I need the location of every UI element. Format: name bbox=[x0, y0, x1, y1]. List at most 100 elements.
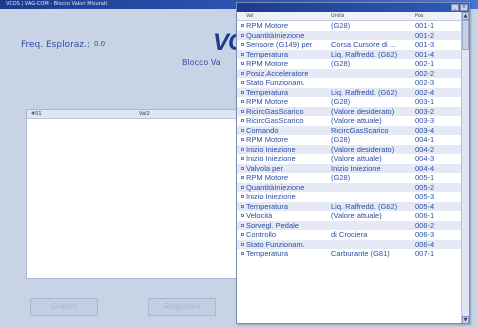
vertical-scrollbar[interactable]: ▲ ▼ bbox=[461, 12, 469, 323]
checkbox-icon[interactable] bbox=[241, 62, 244, 65]
checkbox-icon[interactable] bbox=[241, 223, 244, 227]
list-item[interactable]: Sorvegl. Pedale 006-2 bbox=[237, 220, 463, 230]
list-item[interactable]: Inizio Iniezione (Valore attuale) 004-3 bbox=[237, 154, 463, 164]
list-item-name: Stato Funzionam. bbox=[246, 239, 305, 249]
list-item-name: Inizio Iniezione bbox=[246, 154, 296, 163]
scroll-down-icon[interactable]: ▼ bbox=[462, 316, 469, 323]
list-item[interactable]: Inizio Iniezione 005-3 bbox=[237, 192, 463, 202]
checkbox-icon[interactable] bbox=[241, 233, 244, 236]
list-item-pos: 005-4 bbox=[415, 201, 435, 211]
list-item-value: (G28) bbox=[331, 173, 351, 182]
list-item[interactable]: RPM Motore (G28) 005-1 bbox=[237, 173, 463, 183]
list-item-value: (Valore desiderato) bbox=[331, 144, 395, 154]
col-header-value[interactable]: Unità bbox=[331, 12, 344, 21]
checkbox-icon[interactable] bbox=[241, 43, 244, 46]
list-item-value: (Valore desiderato) bbox=[331, 106, 395, 116]
list-item-pos: 004-3 bbox=[415, 154, 435, 163]
list-item[interactable]: Temperatura Carburante (G81) 007-1 bbox=[237, 249, 463, 259]
checkbox-icon[interactable] bbox=[241, 185, 244, 189]
checkbox-icon[interactable] bbox=[241, 100, 244, 103]
list-item-name: Sensore (G149) per bbox=[246, 40, 313, 49]
checkbox-icon[interactable] bbox=[241, 157, 244, 160]
list-item-name: RPM Motore bbox=[246, 173, 289, 182]
checkbox-icon[interactable] bbox=[241, 81, 244, 84]
list-item-name: Stato Funzionam. bbox=[246, 78, 305, 87]
checkbox-icon[interactable] bbox=[241, 147, 244, 151]
list-item-name: Inizio Iniezione bbox=[246, 144, 296, 154]
list-item-name: Inizio Iniezione bbox=[246, 192, 296, 201]
list-item[interactable]: Posiz.Acceleratore 002-2 bbox=[237, 68, 463, 78]
checkbox-icon[interactable] bbox=[241, 52, 244, 56]
list-item[interactable]: Velocità (Valore attuale) 006-1 bbox=[237, 211, 463, 221]
list-item[interactable]: Inizio Iniezione (Valore desiderato) 004-2 bbox=[237, 144, 463, 154]
table-header-col1[interactable]: #01 bbox=[31, 110, 42, 119]
list-item[interactable]: Controllo di Crociera 006-3 bbox=[237, 230, 463, 240]
checkbox-icon[interactable] bbox=[241, 128, 244, 132]
checkbox-icon[interactable] bbox=[241, 33, 244, 37]
main-window-title: VCDS | VAG-COM - Blocco Valori Misurati bbox=[6, 1, 108, 7]
list-item[interactable]: Temperatura Liq. Raffredd. (G62) 005-4 bbox=[237, 201, 463, 211]
checkbox-icon[interactable] bbox=[241, 242, 244, 246]
list-column-header: Val Unità Pos bbox=[237, 12, 463, 21]
list-item-pos: 003-3 bbox=[415, 116, 435, 125]
checkbox-icon[interactable] bbox=[241, 24, 244, 27]
table-header-col2[interactable]: Val2 bbox=[139, 110, 150, 119]
list-item-name: RicircGasScarico bbox=[246, 106, 304, 116]
list-item-value: Liq. Raffredd. (G62) bbox=[331, 49, 398, 59]
minimize-icon[interactable]: _ bbox=[451, 4, 459, 11]
list-item[interactable]: QuantitàIniezione 001-2 bbox=[237, 30, 463, 40]
checkbox-icon[interactable] bbox=[241, 119, 244, 122]
record-button[interactable]: Registrare bbox=[148, 298, 216, 316]
list-item[interactable]: RicircGasScarico (Valore attuale) 003-3 bbox=[237, 116, 463, 126]
scroll-thumb[interactable] bbox=[462, 20, 469, 50]
col-header-name[interactable]: Val bbox=[246, 12, 254, 21]
graph-button[interactable]: Grafico bbox=[30, 298, 98, 316]
list-title-bar[interactable]: _ × bbox=[237, 3, 469, 12]
list-item[interactable]: Temperatura Liq. Raffredd. (G62) 002-4 bbox=[237, 87, 463, 97]
list-item[interactable]: RicircGasScarico (Valore desiderato) 003-2 bbox=[237, 106, 463, 116]
checkbox-icon[interactable] bbox=[241, 204, 244, 208]
list-item-pos: 005-3 bbox=[415, 192, 435, 201]
scroll-up-icon[interactable]: ▲ bbox=[462, 12, 469, 20]
list-item-value: Inizio Iniezione bbox=[331, 163, 381, 173]
list-item[interactable]: Stato Funzionam. 006-4 bbox=[237, 239, 463, 249]
list-item[interactable]: Comando RicircGasScarico 003-4 bbox=[237, 125, 463, 135]
checkbox-icon[interactable] bbox=[241, 71, 244, 75]
list-item-value: (Valore attuale) bbox=[331, 211, 382, 220]
checkbox-icon[interactable] bbox=[241, 176, 244, 179]
list-item-pos: 004-2 bbox=[415, 144, 435, 154]
list-item-pos: 005-2 bbox=[415, 182, 435, 192]
list-item[interactable]: RPM Motore (G28) 004-1 bbox=[237, 135, 463, 145]
list-item[interactable]: RPM Motore (G28) 001-1 bbox=[237, 21, 463, 31]
list-item[interactable]: RPM Motore (G28) 003-1 bbox=[237, 97, 463, 107]
close-icon[interactable]: × bbox=[460, 4, 468, 11]
list-item-name: Temperatura bbox=[246, 49, 289, 59]
col-header-pos[interactable]: Pos bbox=[415, 12, 424, 21]
list-item-name: RPM Motore bbox=[246, 97, 289, 106]
list-item-value: (Valore attuale) bbox=[331, 154, 382, 163]
list-item[interactable]: Temperatura Liq. Raffredd. (G62) 001-4 bbox=[237, 49, 463, 59]
list-item-name: Posiz.Acceleratore bbox=[246, 68, 309, 78]
checkbox-icon[interactable] bbox=[241, 109, 244, 113]
list-item[interactable]: RPM Motore (G28) 002-1 bbox=[237, 59, 463, 69]
checkbox-icon[interactable] bbox=[241, 195, 244, 198]
list-item-name: RPM Motore bbox=[246, 135, 289, 144]
list-item-value: (G28) bbox=[331, 21, 351, 30]
list-item[interactable]: QuantitàIniezione 005-2 bbox=[237, 182, 463, 192]
measured-values-table: #01 Val2 bbox=[26, 109, 256, 279]
checkbox-icon[interactable] bbox=[241, 166, 244, 170]
list-item-name: Temperatura bbox=[246, 87, 289, 97]
list-item-pos: 003-4 bbox=[415, 125, 435, 135]
freq-value: 0.0 bbox=[94, 40, 106, 48]
list-item-name: QuantitàIniezione bbox=[246, 182, 305, 192]
list-item[interactable]: Sensore (G149) per Corsa Cursore di ... 00… bbox=[237, 40, 463, 50]
list-item-pos: 003-1 bbox=[415, 97, 435, 106]
list-item-pos: 001-3 bbox=[415, 40, 435, 49]
checkbox-icon[interactable] bbox=[241, 214, 244, 217]
list-item-value: (G28) bbox=[331, 135, 351, 144]
list-item[interactable]: Valvola per Inizio Iniezione 004-4 bbox=[237, 163, 463, 173]
checkbox-icon[interactable] bbox=[241, 138, 244, 141]
list-item[interactable]: Stato Funzionam. 002-3 bbox=[237, 78, 463, 88]
checkbox-icon[interactable] bbox=[241, 252, 244, 255]
checkbox-icon[interactable] bbox=[241, 90, 244, 94]
